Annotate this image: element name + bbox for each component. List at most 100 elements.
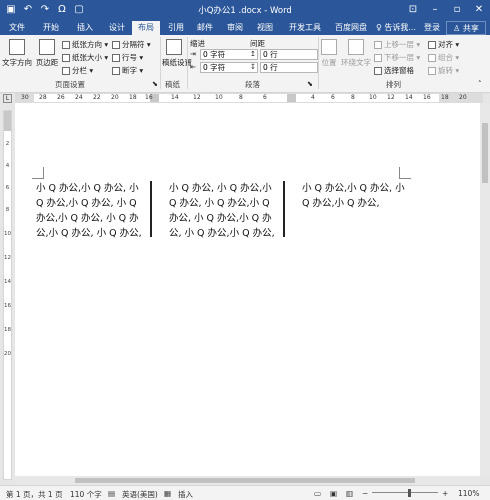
vertical-scroll-thumb[interactable]	[482, 123, 488, 183]
vertical-scrollbar[interactable]	[480, 103, 490, 476]
align-button[interactable]: 对齐 ▾	[428, 39, 459, 50]
close-icon[interactable]: ✕	[468, 0, 490, 20]
tab-file[interactable]: 文件	[2, 21, 32, 35]
tab-review[interactable]: 审阅	[222, 21, 248, 35]
status-bar: 第 1 页，共 1 页 110 个字 ▤ 英语(美国) ▦ 插入 ▭ ▣ ▥ −…	[0, 485, 490, 500]
hyphenation-icon	[112, 67, 120, 75]
document-page[interactable]: 小 Q 办公,小 Q 办公, 小 Q 办公,小 Q 办公, 小 Q 办公,小 Q…	[15, 103, 480, 479]
breaks-label: 分隔符	[122, 40, 145, 49]
spacing-label: 间距	[250, 39, 265, 48]
print-layout-icon[interactable]: ▣	[330, 489, 337, 498]
vertical-ruler-margin	[4, 111, 11, 131]
insert-mode[interactable]: 插入	[178, 489, 193, 500]
size-icon	[62, 54, 70, 62]
draft-paper-label: 稿纸设置	[162, 58, 192, 67]
column-line: Q 办公,小 Q 办公, 小 Q	[36, 198, 137, 209]
horizontal-scrollbar[interactable]	[15, 476, 480, 485]
line-numbers-label: 行号	[122, 53, 137, 62]
ruler-tick-label: 8	[351, 94, 355, 101]
web-layout-icon[interactable]: ▥	[346, 489, 353, 498]
login-button[interactable]: 登录	[421, 21, 443, 35]
ruler-tick-label: 20	[111, 94, 119, 101]
maximize-icon[interactable]: ▫	[446, 0, 468, 20]
group-icon	[428, 54, 436, 62]
selection-pane-button[interactable]: 选择窗格	[374, 65, 414, 76]
column-line: 公,小 Q 办公, 小 Q 办公,	[36, 228, 142, 239]
ruler-tick-label: 12	[387, 94, 395, 101]
zoom-out-icon[interactable]: −	[362, 489, 368, 498]
ruler-tick-label: 18	[441, 94, 449, 101]
spacing-before-input[interactable]: 0 行	[260, 49, 318, 60]
share-button[interactable]: ♙ 共享	[446, 21, 486, 35]
text-column-3[interactable]: 小 Q 办公,小 Q 办公, 小 Q 办公,小 Q 办公,	[302, 181, 405, 211]
columns-button[interactable]: 分栏 ▾	[62, 65, 93, 76]
ruler-tick-label: 20	[459, 94, 467, 101]
ruler-tick-label: 6	[263, 94, 267, 101]
ruler-tick-label: 24	[75, 94, 83, 101]
tab-design[interactable]: 设计	[102, 21, 132, 35]
tab-developer[interactable]: 开发工具	[286, 21, 324, 35]
wrap-text-button[interactable]: 环绕文字	[340, 39, 372, 68]
text-column-1[interactable]: 小 Q 办公,小 Q 办公, 小 Q 办公,小 Q 办公, 小 Q 办公,小 Q…	[36, 181, 142, 241]
tab-baidu-pan[interactable]: 百度网盘	[331, 21, 371, 35]
size-button[interactable]: 纸张大小 ▾	[62, 52, 108, 63]
column-line: 小 Q 办公,小 Q 办公, 小	[302, 183, 405, 194]
zoom-in-icon[interactable]: +	[442, 489, 448, 498]
tab-references[interactable]: 引用	[163, 21, 189, 35]
text-direction-button[interactable]: 文字方向	[2, 39, 32, 68]
zoom-slider[interactable]	[372, 492, 438, 493]
margins-label: 页边距	[35, 58, 59, 67]
horizontal-ruler[interactable]: 30 28 26 24 22 20 18 16 14 12 10 8 6 4 6…	[15, 93, 483, 103]
tell-me-search[interactable]: ♀ 告诉我...	[375, 21, 417, 35]
crop-mark-top-right	[399, 167, 411, 179]
line-numbers-icon	[112, 54, 120, 62]
page-count[interactable]: 第 1 页，共 1 页	[6, 489, 63, 500]
person-icon: ♙	[453, 24, 461, 33]
tell-me-label: 告诉我...	[384, 23, 417, 32]
rotate-button[interactable]: 旋转 ▾	[428, 65, 459, 76]
text-direction-label: 文字方向	[2, 58, 32, 67]
page-setup-launcher-icon[interactable]: ⬊	[152, 80, 158, 88]
column-margin-marker[interactable]	[287, 94, 296, 102]
vertical-ruler[interactable]: 2 4 6 8 10 12 14 16 18 20	[3, 110, 12, 480]
margins-button[interactable]: 页边距	[34, 39, 60, 68]
orientation-button[interactable]: 纸张方向 ▾	[62, 39, 108, 50]
column-line: 小 Q 办公,小 Q 办公, 小	[36, 183, 139, 194]
column-divider-line	[283, 181, 285, 237]
send-backward-button[interactable]: 下移一层 ▾	[374, 52, 420, 63]
ribbon-display-icon[interactable]: ⊡	[402, 0, 424, 20]
tab-view[interactable]: 视图	[252, 21, 278, 35]
column-line: 办公, 小 Q 办公,小 Q 办	[169, 213, 272, 224]
columns-icon	[62, 67, 70, 75]
column-divider-line	[150, 181, 152, 237]
line-numbers-button[interactable]: 行号 ▾	[112, 52, 143, 63]
minimize-icon[interactable]: –	[424, 0, 446, 20]
hyphenation-button[interactable]: 断字 ▾	[112, 65, 143, 76]
spacing-after-input[interactable]: 0 行	[260, 62, 318, 73]
collapse-ribbon-icon[interactable]: ˄	[478, 80, 482, 88]
group-button[interactable]: 组合 ▾	[428, 52, 459, 63]
bring-forward-button[interactable]: 上移一层 ▾	[374, 39, 420, 50]
proofing-icon[interactable]: ▤	[108, 489, 115, 498]
macro-icon[interactable]: ▦	[164, 489, 171, 498]
vruler-tick-label: 18	[4, 327, 11, 333]
tab-selector-icon[interactable]: L	[3, 94, 12, 103]
page-setup-group-label: 页面设置	[55, 80, 85, 89]
horizontal-scroll-thumb[interactable]	[75, 478, 415, 483]
draft-paper-button[interactable]: 稿纸设置	[162, 39, 192, 68]
read-mode-icon[interactable]: ▭	[314, 489, 321, 498]
tab-mailings[interactable]: 邮件	[192, 21, 218, 35]
zoom-level[interactable]: 110%	[458, 489, 479, 498]
paragraph-launcher-icon[interactable]: ⬊	[307, 80, 313, 88]
language-status[interactable]: 英语(美国)	[122, 489, 158, 500]
breaks-button[interactable]: 分隔符 ▾	[112, 39, 151, 50]
tab-home[interactable]: 开始	[36, 21, 66, 35]
size-label: 纸张大小	[72, 53, 102, 62]
tab-layout[interactable]: 布局	[132, 21, 160, 35]
draft-group-label: 稿纸	[165, 80, 180, 89]
text-column-2[interactable]: 小 Q 办公, 小 Q 办公,小 Q 办公, 小 Q 办公,小 Q 办公, 小 …	[169, 181, 275, 241]
zoom-slider-thumb[interactable]	[408, 489, 411, 497]
tab-insert[interactable]: 插入	[70, 21, 100, 35]
word-count[interactable]: 110 个字	[70, 489, 102, 500]
position-button[interactable]: 位置	[318, 39, 340, 68]
